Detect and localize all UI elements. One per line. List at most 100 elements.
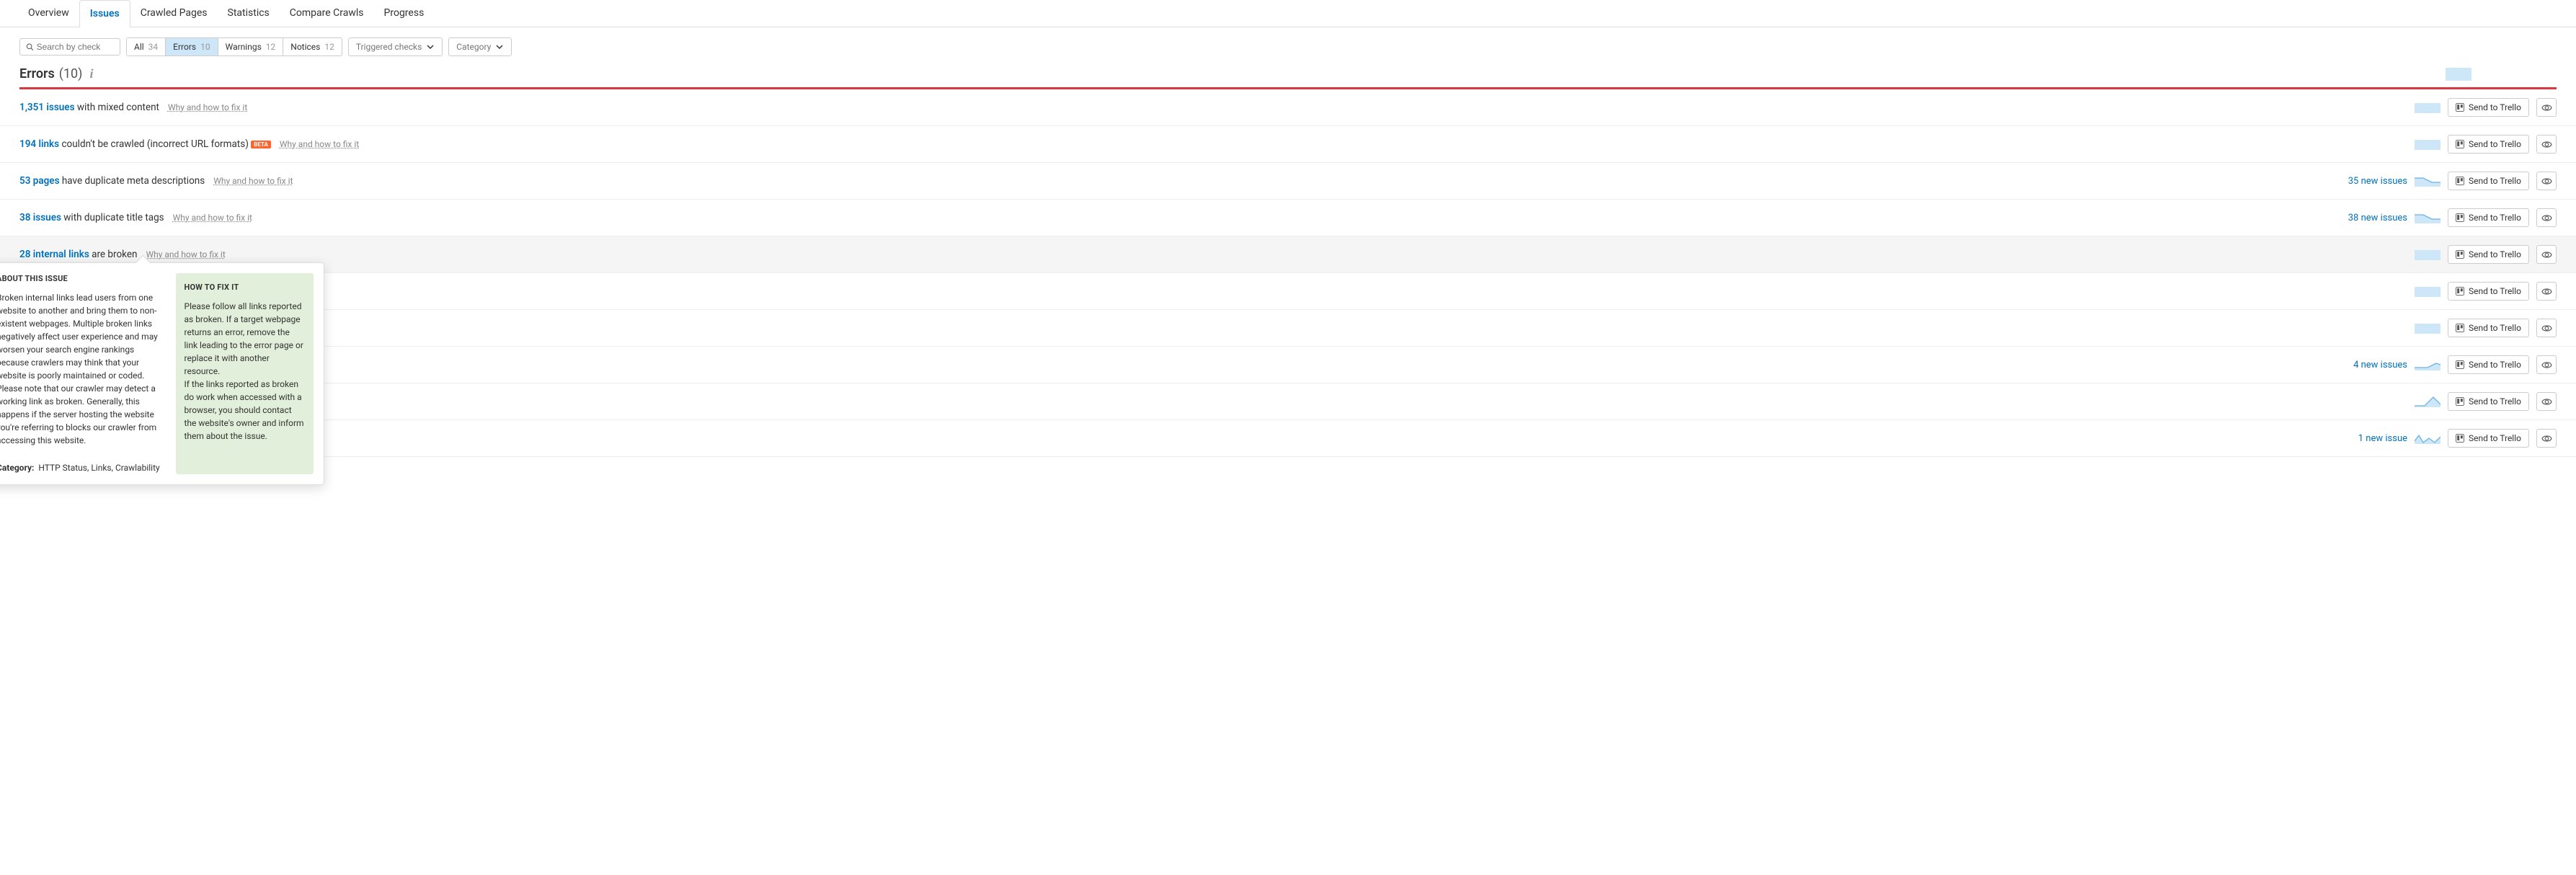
tab-overview[interactable]: Overview [18, 0, 79, 27]
search-input-wrap[interactable] [19, 38, 120, 55]
filter-warnings[interactable]: Warnings12 [218, 38, 284, 55]
issue-count-link[interactable]: 28 internal links [19, 249, 89, 260]
why-fix-link[interactable]: Why and how to fix it [213, 176, 293, 186]
issue-row[interactable]: Send to Trello [0, 273, 2576, 310]
info-icon[interactable]: i [89, 66, 93, 81]
issue-count-link[interactable]: 194 links [19, 138, 59, 150]
hide-issue-button[interactable] [2536, 172, 2557, 190]
howtofix-heading: HOW TO FIX IT [185, 282, 306, 294]
send-to-trello-button[interactable]: Send to Trello [2448, 319, 2529, 337]
trello-icon [2456, 103, 2464, 112]
about-heading: ABOUT THIS ISSUE [0, 273, 166, 285]
sparkline [2415, 100, 2440, 115]
new-issues-count[interactable]: 1 new issue [2358, 433, 2407, 444]
why-fix-link[interactable]: Why and how to fix it [168, 102, 247, 112]
hide-issue-button[interactable] [2536, 282, 2557, 301]
hide-issue-button[interactable] [2536, 98, 2557, 117]
main-tabs: Overview Issues Crawled Pages Statistics… [0, 0, 2576, 27]
category-dropdown[interactable]: Category [448, 37, 512, 56]
sparkline [2415, 247, 2440, 262]
section-title: Errors (10) i [19, 66, 93, 81]
send-to-trello-button[interactable]: Send to Trello [2448, 355, 2529, 374]
send-to-trello-button[interactable]: Send to Trello [2448, 172, 2529, 190]
send-to-trello-button[interactable]: Send to Trello [2448, 135, 2529, 154]
tab-issues[interactable]: Issues [79, 0, 130, 27]
eye-icon [2541, 323, 2552, 334]
filter-all[interactable]: All34 [127, 38, 166, 55]
send-to-trello-button[interactable]: Send to Trello [2448, 282, 2529, 301]
tab-crawled-pages[interactable]: Crawled Pages [130, 0, 218, 27]
why-fix-link[interactable]: Why and how to fix it [173, 213, 252, 223]
hide-issue-button[interactable] [2536, 392, 2557, 411]
triggered-checks-dropdown[interactable]: Triggered checks [348, 37, 443, 56]
issue-count-link[interactable]: 1,351 issues [19, 102, 75, 113]
tab-progress[interactable]: Progress [374, 0, 435, 27]
issue-row[interactable]: 38 issues with duplicate title tags Why a… [0, 200, 2576, 236]
issue-row-actions: Send to Trello [2415, 392, 2557, 411]
issue-row-actions: 35 new issues Send to Trello [2348, 172, 2557, 190]
issue-row[interactable]: 194 links couldn't be crawled (incorrect… [0, 126, 2576, 163]
why-fix-link[interactable]: Why and how to fix it [280, 139, 359, 149]
sparkline [2415, 137, 2440, 151]
issue-row[interactable]: 4 new issues Send to Trello [0, 347, 2576, 383]
eye-icon [2541, 176, 2552, 187]
about-text: Broken internal links lead users from on… [0, 291, 166, 447]
issue-text: 28 internal links are broken [19, 249, 137, 260]
issue-description: are broken [89, 249, 138, 260]
issue-count-link[interactable]: 38 issues [19, 212, 61, 223]
sparkline-header [2446, 68, 2471, 81]
issue-row[interactable]: 1 new issue Send to Trello [0, 420, 2576, 457]
issue-description: have duplicate meta descriptions [60, 175, 205, 187]
issue-row[interactable]: 28 internal links are broken Why and how … [0, 236, 2576, 273]
trello-icon [2456, 213, 2464, 222]
tab-compare-crawls[interactable]: Compare Crawls [280, 0, 374, 27]
filter-errors[interactable]: Errors10 [166, 38, 218, 55]
issue-row-actions: 4 new issues Send to Trello [2353, 355, 2557, 374]
filter-notices[interactable]: Notices12 [283, 38, 342, 55]
issue-row[interactable]: Send to Trello [0, 383, 2576, 420]
send-to-trello-button[interactable]: Send to Trello [2448, 245, 2529, 264]
beta-badge: BETA [251, 141, 271, 148]
hide-issue-button[interactable] [2536, 355, 2557, 374]
sparkline [2415, 210, 2440, 225]
sparkline [2415, 394, 2440, 409]
issue-description: couldn't be crawled (incorrect URL forma… [59, 138, 249, 150]
send-to-trello-button[interactable]: Send to Trello [2448, 429, 2529, 448]
eye-icon [2541, 139, 2552, 150]
search-input[interactable] [37, 42, 114, 52]
issue-text: 38 issues with duplicate title tags [19, 212, 164, 223]
issue-description: with duplicate title tags [61, 212, 164, 223]
why-fix-link[interactable]: Why and how to fix it [146, 249, 225, 259]
new-issues-count[interactable]: 35 new issues [2348, 176, 2407, 187]
hide-issue-button[interactable] [2536, 319, 2557, 337]
hide-issue-button[interactable] [2536, 208, 2557, 227]
eye-icon [2541, 249, 2552, 260]
issue-row[interactable]: 1,351 issues with mixed content Why and h… [0, 89, 2576, 126]
send-to-trello-button[interactable]: Send to Trello [2448, 208, 2529, 227]
trello-icon [2456, 250, 2464, 259]
sparkline [2415, 174, 2440, 188]
hide-issue-button[interactable] [2536, 245, 2557, 264]
trello-icon [2456, 324, 2464, 332]
issue-row[interactable]: Send to Trello [0, 310, 2576, 347]
issue-description: with mixed content [75, 102, 159, 113]
new-issues-count[interactable]: 4 new issues [2353, 360, 2407, 370]
trello-icon [2456, 434, 2464, 443]
send-to-trello-button[interactable]: Send to Trello [2448, 392, 2529, 411]
eye-icon [2541, 286, 2552, 297]
chevron-down-icon [426, 43, 435, 51]
sparkline [2415, 431, 2440, 445]
issue-text: 194 links couldn't be crawled (incorrect… [19, 138, 271, 150]
tab-statistics[interactable]: Statistics [218, 0, 280, 27]
new-issues-count[interactable]: 38 new issues [2348, 213, 2407, 223]
send-to-trello-button[interactable]: Send to Trello [2448, 98, 2529, 117]
issue-row-actions: 38 new issues Send to Trello [2348, 208, 2557, 227]
issue-row-actions: Send to Trello [2415, 319, 2557, 337]
hide-issue-button[interactable] [2536, 429, 2557, 448]
hide-issue-button[interactable] [2536, 135, 2557, 154]
issue-row[interactable]: 53 pages have duplicate meta description… [0, 163, 2576, 200]
issue-text: 1,351 issues with mixed content [19, 102, 159, 113]
trello-icon [2456, 287, 2464, 296]
issue-count-link[interactable]: 53 pages [19, 175, 60, 187]
issue-text: 53 pages have duplicate meta description… [19, 175, 205, 187]
